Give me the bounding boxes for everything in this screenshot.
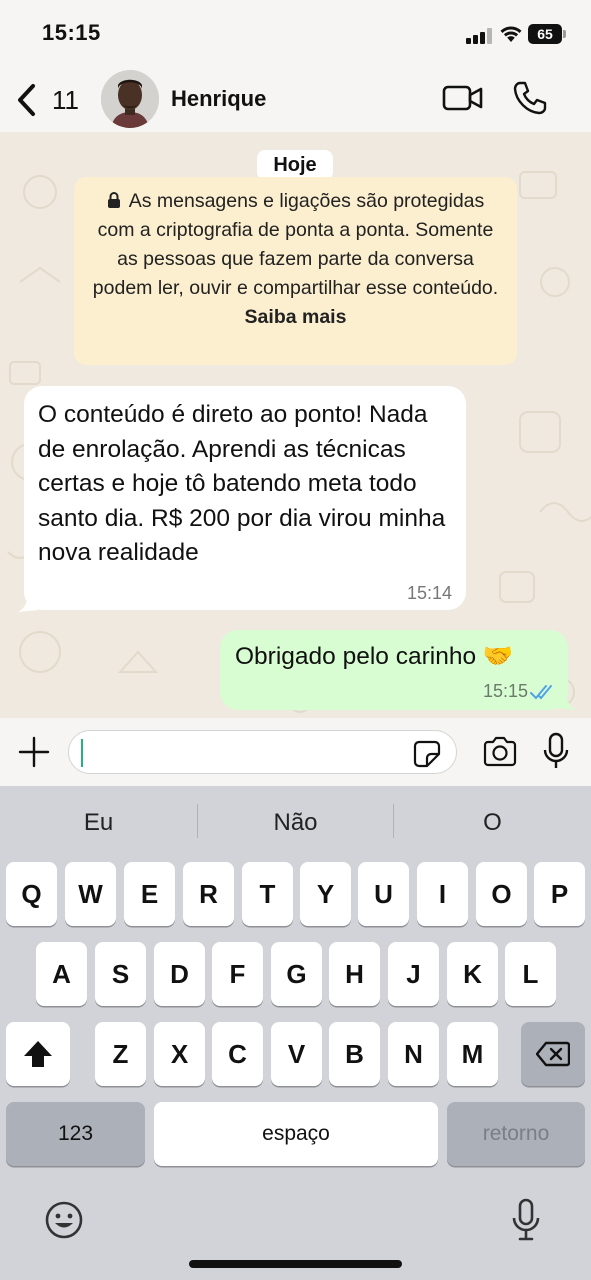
chat-header: 11 Henrique [0, 68, 591, 132]
key-t[interactable]: T [242, 862, 293, 926]
key-p[interactable]: P [534, 862, 585, 926]
key-k[interactable]: K [447, 942, 498, 1006]
video-call-icon[interactable] [442, 82, 484, 114]
mic-icon[interactable] [543, 732, 569, 770]
key-q[interactable]: Q [6, 862, 57, 926]
status-time: 15:15 [42, 20, 101, 45]
plus-icon[interactable] [18, 736, 50, 768]
message-text: O conteúdo é direto ao ponto! Nada de en… [38, 401, 446, 566]
key-e[interactable]: E [124, 862, 175, 926]
key-g[interactable]: G [271, 942, 322, 1006]
avatar[interactable] [101, 70, 159, 128]
message-time: 15:15 [482, 681, 528, 701]
read-receipt-icon [530, 685, 552, 700]
numbers-key[interactable]: 123 [6, 1102, 145, 1166]
suggestion-item[interactable]: Não [197, 786, 394, 860]
key-n[interactable]: N [388, 1022, 439, 1086]
learn-more-link[interactable]: Saiba mais [245, 306, 347, 328]
message-bubble-incoming[interactable]: O conteúdo é direto ao ponto! Nada de en… [24, 386, 466, 610]
backspace-key[interactable] [521, 1022, 585, 1086]
home-indicator[interactable] [189, 1260, 402, 1268]
unread-count: 11 [52, 84, 79, 115]
key-v[interactable]: V [271, 1022, 322, 1086]
suggestion-item[interactable]: Eu [0, 786, 197, 860]
contact-name[interactable]: Henrique [171, 86, 266, 112]
space-key[interactable]: espaço [154, 1102, 438, 1166]
back-button[interactable]: 11 [14, 78, 79, 122]
encryption-notice[interactable]: As mensagens e ligações são protegidas c… [74, 177, 517, 365]
key-x[interactable]: X [154, 1022, 205, 1086]
key-a[interactable]: A [36, 942, 87, 1006]
key-i[interactable]: I [417, 862, 468, 926]
lock-icon [107, 192, 120, 208]
status-bar: 15:15 65 [0, 0, 591, 68]
key-m[interactable]: M [447, 1022, 498, 1086]
key-w[interactable]: W [65, 862, 116, 926]
key-c[interactable]: C [212, 1022, 263, 1086]
emoji-icon[interactable] [44, 1200, 84, 1240]
dictation-mic-icon[interactable] [512, 1198, 540, 1242]
backspace-icon [536, 1041, 570, 1067]
message-input-bar [0, 718, 591, 786]
battery-level: 65 [528, 24, 562, 44]
suggestion-bar: Eu Não O [0, 786, 591, 860]
key-h[interactable]: H [329, 942, 380, 1006]
key-l[interactable]: L [505, 942, 556, 1006]
key-z[interactable]: Z [95, 1022, 146, 1086]
chat-area[interactable]: Hoje As mensagens e ligações são protegi… [0, 132, 591, 718]
return-key[interactable]: retorno [447, 1102, 585, 1166]
message-input[interactable] [68, 730, 457, 774]
key-y[interactable]: Y [300, 862, 351, 926]
keyboard: Eu Não O Q W E R T Y U I O P A S D F G H… [0, 786, 591, 1280]
text-caret [81, 739, 83, 767]
key-f[interactable]: F [212, 942, 263, 1006]
key-d[interactable]: D [154, 942, 205, 1006]
chevron-left-icon [18, 84, 35, 116]
message-bubble-outgoing[interactable]: Obrigado pelo carinho 🤝 15:15 [220, 630, 568, 710]
suggestion-item[interactable]: O [394, 786, 591, 860]
phone-call-icon[interactable] [512, 80, 548, 116]
shift-icon [24, 1041, 52, 1067]
key-j[interactable]: J [388, 942, 439, 1006]
key-s[interactable]: S [95, 942, 146, 1006]
date-chip: Hoje [257, 150, 333, 180]
key-u[interactable]: U [358, 862, 409, 926]
camera-icon[interactable] [482, 736, 518, 768]
key-r[interactable]: R [183, 862, 234, 926]
sticker-icon[interactable] [413, 740, 441, 768]
wifi-icon [500, 26, 522, 42]
key-b[interactable]: B [329, 1022, 380, 1086]
battery-icon: 65 [528, 24, 566, 44]
message-time: 15:14 [406, 583, 452, 603]
cellular-signal-icon [466, 28, 492, 44]
encryption-notice-text: As mensagens e ligações são protegidas c… [92, 190, 499, 299]
shift-key[interactable] [6, 1022, 70, 1086]
key-o[interactable]: O [476, 862, 527, 926]
message-text: Obrigado pelo carinho 🤝 [235, 643, 514, 670]
